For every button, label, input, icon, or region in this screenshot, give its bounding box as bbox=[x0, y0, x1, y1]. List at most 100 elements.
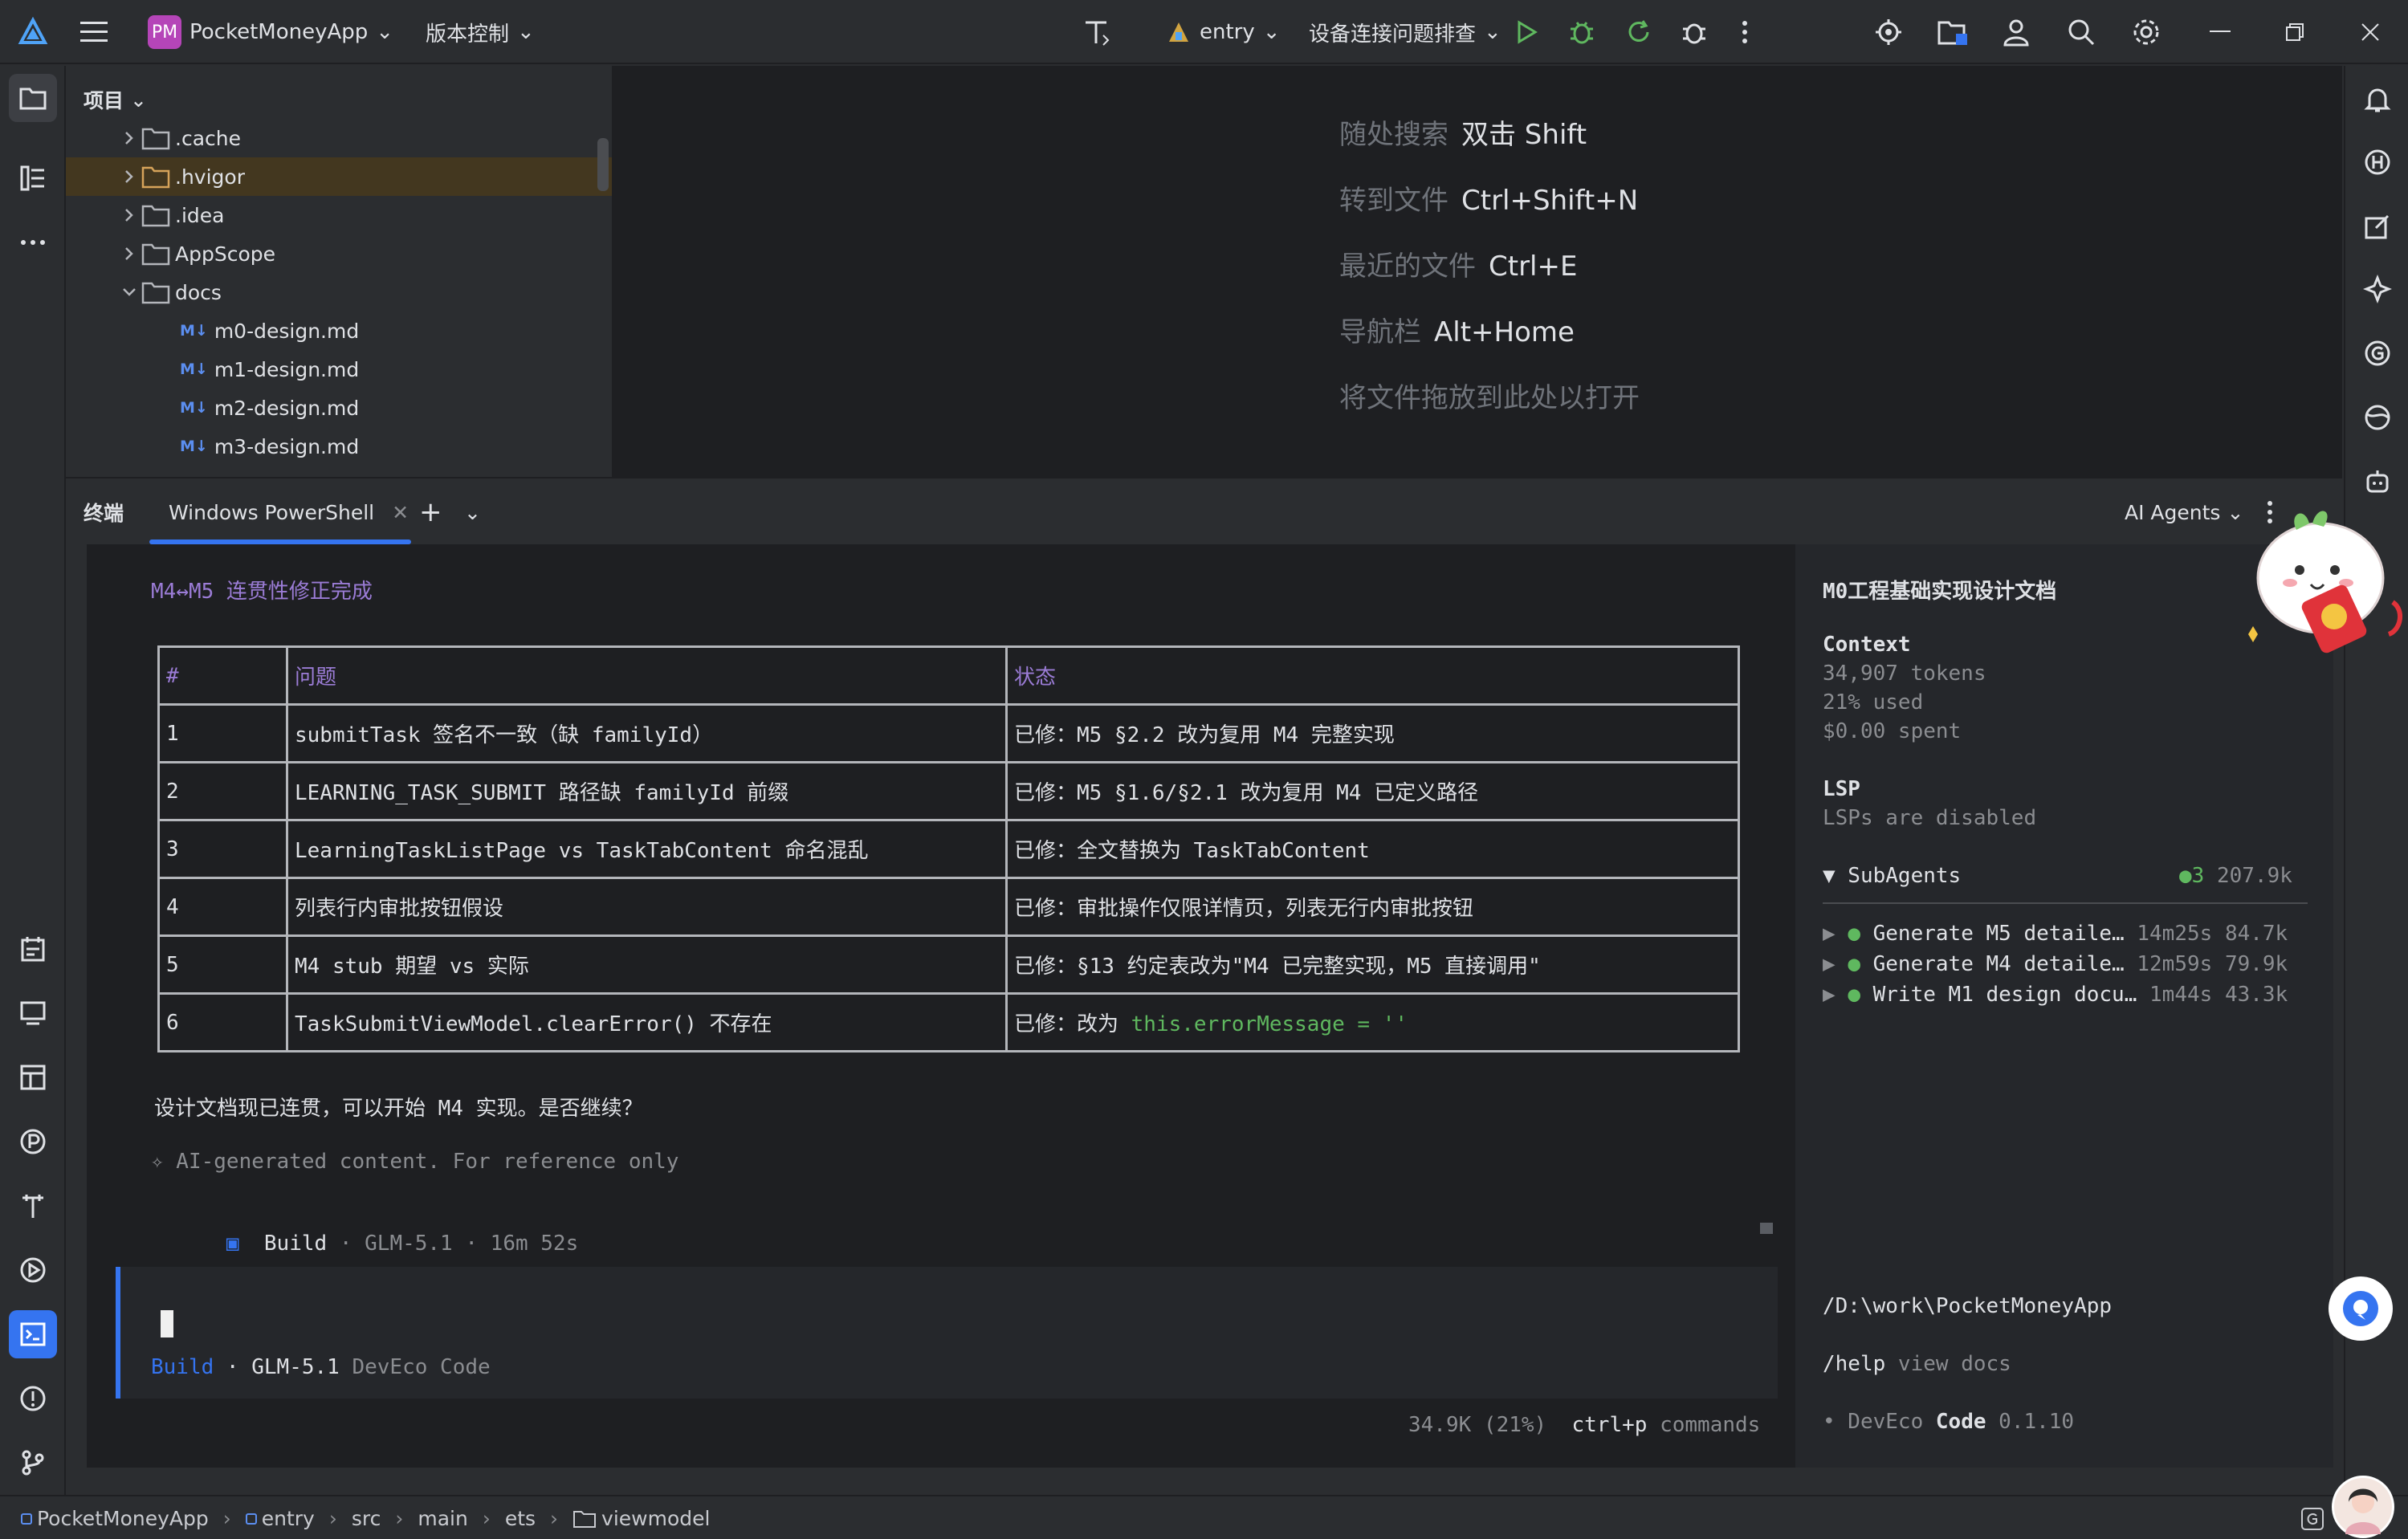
attach-debugger-button[interactable] bbox=[1680, 0, 1709, 64]
chevron-right-icon[interactable] bbox=[117, 131, 141, 145]
tree-item[interactable]: docs bbox=[66, 273, 612, 311]
device-tool-button[interactable] bbox=[9, 989, 57, 1037]
tree-item[interactable]: .idea bbox=[66, 196, 612, 234]
tree-item[interactable]: M↓ m0-design.md bbox=[66, 311, 612, 350]
notifications-icon[interactable] bbox=[2353, 75, 2402, 124]
terminal-icon bbox=[20, 1322, 46, 1346]
breadcrumb-label: PocketMoneyApp bbox=[37, 1507, 209, 1530]
tree-item[interactable]: .hvigor bbox=[66, 157, 612, 196]
breadcrumb-item[interactable]: PocketMoneyApp bbox=[21, 1507, 209, 1530]
run-tool-button[interactable] bbox=[9, 1246, 57, 1294]
tab-windows-powershell[interactable]: Windows PowerShell ✕ bbox=[169, 478, 409, 546]
profiler-tool-button[interactable] bbox=[9, 1118, 57, 1166]
chevron-right-icon: › bbox=[550, 1507, 559, 1530]
build-tool-button[interactable] bbox=[9, 1182, 57, 1230]
table-row: 1 submitTask 签名不一致（缺 familyId） 已修：M5 §2.2 … bbox=[157, 703, 1740, 763]
tree-item[interactable]: .cache bbox=[66, 119, 612, 157]
account-icon[interactable] bbox=[2003, 0, 2030, 64]
chevron-right-icon[interactable] bbox=[117, 169, 141, 184]
tree-item[interactable]: AppScope bbox=[66, 234, 612, 273]
minimize-button[interactable] bbox=[2210, 0, 2231, 64]
more-tools-icon[interactable] bbox=[9, 218, 57, 267]
project-structure-icon[interactable] bbox=[1937, 0, 1969, 64]
globe-icon[interactable] bbox=[2353, 393, 2402, 442]
todo-tool-button[interactable] bbox=[9, 925, 57, 973]
breadcrumb-item[interactable]: viewmodel bbox=[572, 1507, 710, 1530]
breadcrumb-label: ets bbox=[504, 1507, 536, 1530]
column-header: # bbox=[157, 645, 288, 706]
breadcrumb-item[interactable]: src bbox=[352, 1507, 381, 1530]
subagents-header[interactable]: ▼ SubAgents bbox=[1823, 864, 1961, 888]
text-tool-icon[interactable] bbox=[1081, 0, 1113, 64]
new-tab-icon[interactable]: + bbox=[419, 478, 442, 546]
chevron-down-icon[interactable] bbox=[117, 287, 141, 297]
restore-button[interactable] bbox=[2285, 0, 2304, 64]
git-tool-button[interactable] bbox=[9, 1439, 57, 1487]
subagent-tokens: 43.3k bbox=[2224, 983, 2288, 1007]
debug-button[interactable] bbox=[1567, 0, 1596, 64]
terminal-tool-button[interactable] bbox=[9, 1310, 57, 1358]
hammer-icon bbox=[22, 1195, 43, 1218]
mascot-sticker[interactable] bbox=[2240, 490, 2408, 666]
project-switcher[interactable]: PM PocketMoneyApp ⌄ bbox=[148, 0, 393, 64]
breadcrumb-item[interactable]: main bbox=[418, 1507, 467, 1530]
more-actions-icon[interactable] bbox=[1741, 0, 1749, 64]
subagent-item[interactable]: ▶ ● Generate M5 detaile… 14m25s 84.7k bbox=[1823, 922, 2288, 946]
close-window-button[interactable] bbox=[2361, 0, 2380, 64]
terminal-scrollbar[interactable] bbox=[1760, 1223, 1773, 1234]
search-icon[interactable] bbox=[2067, 0, 2096, 64]
device-selector[interactable]: 设备连接问题排查 ⌄ bbox=[1309, 0, 1501, 64]
gradle-icon[interactable] bbox=[2353, 329, 2402, 377]
layout-tool-button[interactable] bbox=[9, 1053, 57, 1101]
tree-item[interactable]: M↓ m1-design.md bbox=[66, 350, 612, 389]
chevron-right-icon[interactable] bbox=[117, 246, 141, 261]
project-tool-button[interactable] bbox=[9, 74, 57, 122]
run-config-selector[interactable]: entry ⌄ bbox=[1166, 0, 1281, 64]
ai-agents-menu[interactable]: AI Agents ⌄ bbox=[2125, 478, 2243, 546]
vcs-menu[interactable]: 版本控制 ⌄ bbox=[426, 0, 535, 64]
rerun-button[interactable] bbox=[1625, 0, 1652, 64]
tab-dropdown-icon[interactable]: ⌄ bbox=[464, 478, 481, 546]
close-tab-icon[interactable]: ✕ bbox=[392, 501, 409, 524]
device-label: 设备连接问题排查 bbox=[1309, 22, 1477, 47]
chevron-down-icon: ⌄ bbox=[517, 20, 535, 44]
tree-scrollbar[interactable] bbox=[597, 138, 609, 191]
ai-sparkle-icon[interactable] bbox=[2353, 265, 2402, 313]
main-menu-icon[interactable] bbox=[80, 0, 109, 64]
prompt-input[interactable]: Build · GLM-5.1 DevEco Code bbox=[116, 1267, 1778, 1399]
vcs-label: 版本控制 bbox=[426, 22, 510, 47]
hint-shortcut: Ctrl+Shift+N bbox=[1461, 185, 1639, 217]
subagent-item[interactable]: ▶ ● Generate M4 detaile… 12m59s 79.9k bbox=[1823, 952, 2288, 976]
run-config-label: entry bbox=[1200, 20, 1255, 44]
tab-label: Windows PowerShell bbox=[169, 500, 375, 524]
terminal-output[interactable]: M4↔M5 连贯性修正完成 # 问题 状态 1 submitTask 签名不一致（… bbox=[87, 544, 1802, 1468]
folder-icon bbox=[573, 1510, 597, 1528]
device-manager-icon[interactable] bbox=[1874, 0, 1903, 64]
tree-item[interactable]: M↓ m3-design.md bbox=[66, 427, 612, 466]
tree-item[interactable]: M↓ m2-design.md bbox=[66, 389, 612, 427]
project-panel: 项目 ⌄ .cache .hvigor .idea AppScope docs M↓ m0-… bbox=[66, 66, 613, 477]
harmony-icon[interactable] bbox=[2353, 138, 2402, 186]
breadcrumb-item[interactable]: entry bbox=[245, 1507, 315, 1530]
breadcrumb-item[interactable]: ets bbox=[505, 1507, 536, 1530]
app-logo-icon[interactable] bbox=[18, 0, 48, 64]
chevron-right-icon[interactable] bbox=[117, 208, 141, 222]
settings-gear-icon[interactable] bbox=[2131, 0, 2161, 64]
shortcut-hint: 随处搜索 双击 Shift bbox=[1339, 112, 1587, 152]
table-cell: submitTask 签名不一致（缺 familyId） bbox=[286, 703, 1008, 763]
project-panel-header[interactable]: 项目 ⌄ bbox=[84, 82, 147, 117]
status-dot-icon: ● bbox=[1848, 983, 1873, 1007]
edit-note-icon[interactable] bbox=[2353, 202, 2402, 250]
tree-item-label: m2-design.md bbox=[214, 396, 360, 420]
problems-tool-button[interactable] bbox=[9, 1374, 57, 1423]
build-label: Build bbox=[263, 1232, 328, 1256]
subagent-item[interactable]: ▶ ● Write M1 design docu… 1m44s 43.3k bbox=[1823, 983, 2288, 1007]
gradle-status-icon[interactable] bbox=[2300, 1496, 2325, 1539]
assistant-float-button[interactable] bbox=[2329, 1276, 2393, 1341]
structure-tool-button[interactable] bbox=[9, 154, 57, 202]
user-avatar[interactable] bbox=[2332, 1476, 2394, 1538]
ai-disclaimer: ✧ AI-generated content. For reference on… bbox=[151, 1150, 679, 1174]
expand-triangle-icon: ▶ bbox=[1823, 922, 1848, 946]
run-button[interactable] bbox=[1513, 0, 1540, 64]
folder-icon bbox=[141, 205, 170, 227]
